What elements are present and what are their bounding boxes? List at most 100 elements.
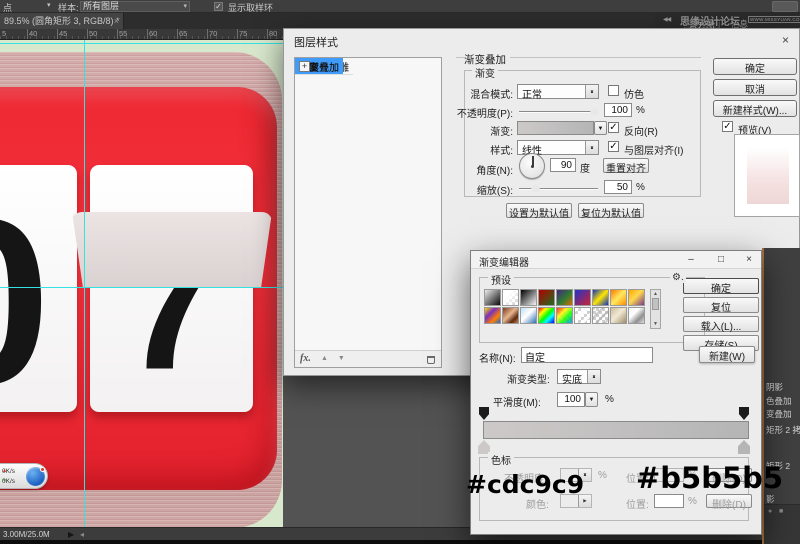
workspace-switcher-button[interactable] [772, 1, 798, 12]
ruler-tick-50: 50 [89, 29, 97, 38]
sample-layers-dropdown[interactable]: 所有图层 ▾ [80, 1, 190, 12]
gradient-preset-red-green[interactable] [538, 289, 555, 306]
layer-fx-icon[interactable]: ● [768, 508, 772, 515]
layers-panel-strip: ● ■ 阴影色叠加变叠加矩形 2 拷贝矩形 2影 [762, 248, 800, 544]
chevron-down-icon[interactable]: ▾ [47, 1, 51, 9]
folder-icon[interactable]: ■ [779, 508, 783, 515]
gradient-bar[interactable] [483, 421, 749, 439]
gradient-preset-spectrum-diagonal[interactable] [484, 307, 501, 324]
plus-icon[interactable]: + [299, 61, 310, 72]
smoothness-label: 平滑度(M): [493, 394, 541, 409]
window-titlebar[interactable]: 渐变编辑器 – □ × [471, 251, 761, 269]
gradient-preset-fill [485, 290, 500, 305]
guide-vertical[interactable] [84, 40, 85, 527]
style-preview-gradient [747, 148, 789, 204]
ok-button[interactable]: 确定 [683, 278, 759, 294]
gradient-preset-fg-to-bg[interactable] [484, 289, 501, 306]
gradient-preset-faint-stripes[interactable] [592, 307, 609, 324]
close-icon[interactable]: × [782, 33, 789, 47]
trash-icon[interactable] [427, 356, 435, 364]
color-stop-right[interactable] [738, 440, 750, 454]
blend-mode-dropdown[interactable]: 正常 ▲▼ [517, 84, 599, 99]
maximize-icon[interactable]: □ [711, 253, 731, 267]
align-label: 与图层对齐(I) [624, 142, 683, 157]
minimize-icon[interactable]: – [681, 253, 701, 267]
fx-icon[interactable]: fx. [300, 353, 311, 364]
delete-stop-button: 删除(D) [706, 494, 752, 508]
ok-button[interactable]: 确定 [713, 58, 797, 75]
opacity-slider[interactable] [519, 111, 598, 112]
close-icon[interactable]: × [739, 253, 759, 267]
gradient-preset-orange-yellow-orange[interactable] [610, 289, 627, 306]
layer-row-阴影[interactable]: 阴影 [766, 381, 800, 393]
digit-card-right: 7 [90, 165, 253, 412]
gradient-preset-blue-red[interactable] [574, 289, 591, 306]
angle-input[interactable]: 90 [550, 158, 576, 172]
layer-row-色叠加[interactable]: 色叠加 [766, 395, 800, 407]
scale-input[interactable]: 50 [604, 180, 632, 194]
new-gradient-button[interactable]: 新建(W) [699, 346, 755, 363]
reset-default-button[interactable]: 复位为默认值 [578, 203, 644, 218]
gradient-preset-yellow-purple[interactable] [628, 289, 645, 306]
gradient-preset-linen[interactable] [610, 307, 627, 324]
smoothness-arrow[interactable]: ▼ [585, 392, 598, 407]
gradient-preset-chrome-blue[interactable] [520, 307, 537, 324]
gradient-preset-rainbow[interactable] [538, 307, 555, 324]
dither-checkbox[interactable] [608, 85, 619, 96]
gradient-type-dropdown[interactable]: 实底 ▲▼ [557, 369, 601, 384]
status-arrow-icon[interactable]: ▶ [68, 530, 74, 539]
gradient-preset-fill [629, 308, 644, 323]
gradient-swatch[interactable] [517, 121, 594, 135]
scrollbar-thumb[interactable] [652, 298, 659, 310]
preview-checkbox[interactable]: ✓ [722, 121, 733, 132]
reset-align-button[interactable]: 重置对齐 [603, 158, 649, 173]
gradient-preset-fg-to-transparent[interactable] [502, 289, 519, 306]
gradient-name-input[interactable]: 自定 [521, 347, 653, 363]
gradient-preset-blue-yellow-blue[interactable] [592, 289, 609, 306]
dial-center [531, 165, 534, 168]
guide-horizontal-top[interactable] [0, 43, 283, 44]
scrollbar[interactable]: ▲ ▼ [650, 289, 661, 329]
layer-row-矩形 2 拷贝[interactable]: 矩形 2 拷贝 [766, 424, 800, 436]
show-sampling-ring-checkbox[interactable]: ✓ [214, 2, 223, 11]
angle-label: 角度(N): [476, 162, 513, 177]
style-item-投影[interactable]: 投影+ [295, 58, 323, 75]
load-button[interactable]: 载入(L)... [683, 316, 759, 332]
gradient-picker-arrow[interactable]: ▼ [594, 121, 607, 135]
style-preview-box [734, 134, 800, 217]
opacity-stop-right[interactable] [739, 407, 749, 420]
net-app-icon[interactable] [26, 467, 45, 486]
gradient-preset-transparent-rainbow[interactable] [556, 307, 573, 324]
reorder-arrows-icon[interactable]: ▲ ▼ [321, 355, 349, 362]
cancel-button[interactable]: 取消 [713, 79, 797, 96]
canvas[interactable]: 0 7 ▲0K/s ▼0K/s [0, 40, 283, 527]
gradient-preset-black-white[interactable] [520, 289, 537, 306]
photoshop-screen: 点 ▾ 样本: 所有图层 ▾ ✓ 显示取样环 89.5% (圆角矩形 3, RG… [0, 0, 800, 544]
gradient-preset-violet-orange[interactable] [556, 289, 573, 306]
close-icon[interactable]: × [114, 13, 119, 29]
scroll-down-icon[interactable]: ▼ [651, 321, 660, 327]
scale-slider[interactable] [519, 188, 598, 189]
gradient-preset-silver[interactable] [628, 307, 645, 324]
align-checkbox[interactable]: ✓ [608, 141, 619, 152]
window-title: 渐变编辑器 [479, 254, 529, 269]
scroll-up-icon[interactable]: ▲ [651, 291, 660, 297]
reset-button[interactable]: 复位 [683, 297, 759, 313]
smoothness-input[interactable]: 100 [557, 392, 585, 407]
document-tab[interactable]: 89.5% (圆角矩形 3, RGB/8) * × [0, 13, 124, 29]
angle-dial[interactable] [519, 153, 545, 179]
stop-position-input[interactable] [654, 494, 684, 508]
network-speed-widget[interactable]: ▲0K/s ▼0K/s [0, 463, 48, 489]
opacity-input[interactable]: 100 [604, 103, 632, 117]
notification-dot [40, 467, 45, 472]
layer-row-变叠加[interactable]: 变叠加 [766, 408, 800, 420]
reverse-checkbox[interactable]: ✓ [608, 122, 619, 133]
set-default-button[interactable]: 设置为默认值 [506, 203, 572, 218]
opacity-stop-left[interactable] [479, 407, 489, 420]
gradient-preset-transparent-stripes[interactable] [574, 307, 591, 324]
gradient-preset-copper[interactable] [502, 307, 519, 324]
new-style-button[interactable]: 新建样式(W)... [713, 100, 797, 117]
guide-horizontal-middle[interactable] [0, 287, 283, 288]
gear-icon[interactable]: ⚙. [670, 272, 686, 283]
ruler-tick-60: 60 [149, 29, 157, 38]
